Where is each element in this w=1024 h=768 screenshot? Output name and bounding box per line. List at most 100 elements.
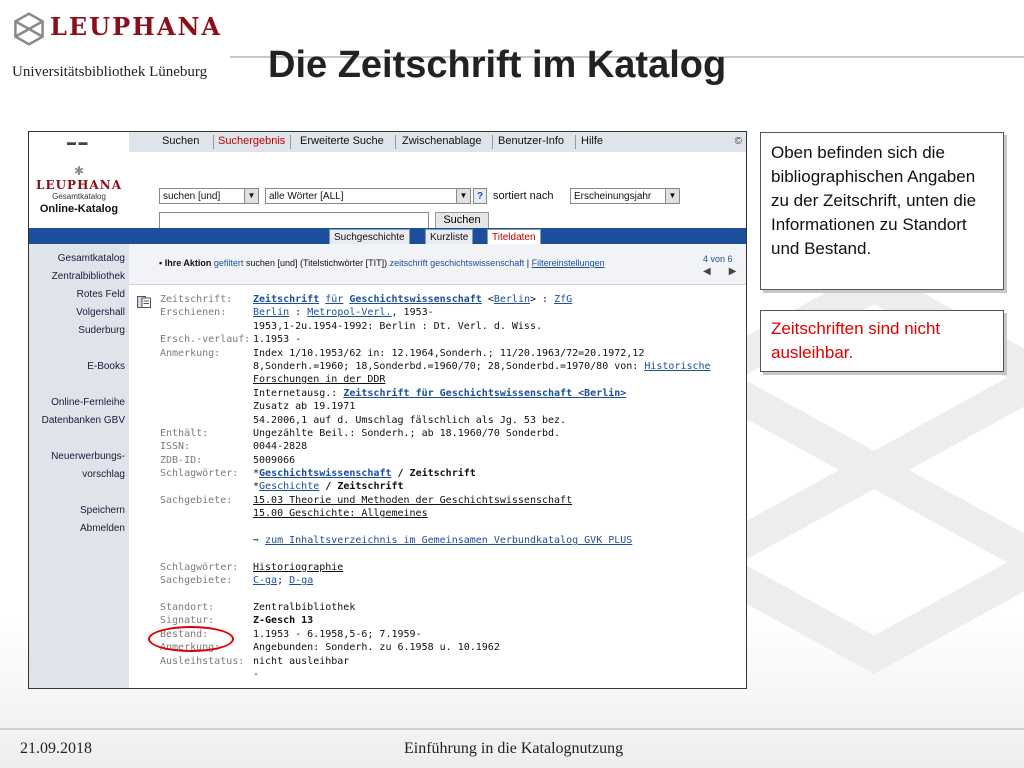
catalog-logo-sub: Gesamtkatalog: [52, 192, 106, 201]
field-label: Anmerkung:: [160, 347, 221, 359]
field-value: 0044-2828: [253, 441, 308, 453]
search-button[interactable]: Suchen: [435, 212, 489, 229]
bestand-highlight-ring: [148, 626, 234, 652]
fuer-link[interactable]: für: [325, 294, 343, 305]
internet-edition-link[interactable]: Zeitschrift für Geschichtswissenschaft <…: [343, 388, 626, 399]
field-value: Zentralbibliothek: [253, 601, 356, 613]
field-value: 1.1953 -: [253, 334, 302, 346]
record-row: 1953,1-2u.1954-1992: Berlin : Dt. Verl. …: [160, 321, 740, 334]
search-form: suchen [und] ▼ alle Wörter [ALL] ▼ ? sor…: [129, 152, 746, 229]
historiographie-link[interactable]: Historiographie: [253, 562, 343, 573]
sidebar-bluebar: [29, 228, 129, 244]
sidebar-item-volgershall[interactable]: Volgershall: [29, 304, 125, 322]
field-value: 54.2006,1 auf d. Umschlag fälschlich als…: [253, 414, 567, 426]
record-row: Schlagwörter: *Geschichtswissenschaft / …: [160, 468, 740, 481]
record-row: Sachgebiete: 15.03 Theorie und Methoden …: [160, 495, 740, 508]
sidebar-item-abmelden[interactable]: Abmelden: [29, 520, 125, 538]
chevron-down-icon: ▼: [244, 189, 258, 203]
forschungen-ddr-link[interactable]: Forschungen in der DDR: [253, 374, 385, 385]
action-label: Ihre Aktion: [164, 258, 212, 268]
sidebar-item-zentralbibliothek[interactable]: Zentralbibliothek: [29, 268, 125, 286]
gvk-toc-link[interactable]: zum Inhaltsverzeichnis im Gemeinsamen Ve…: [265, 535, 632, 546]
tab-separator: [492, 135, 493, 149]
classification-2-link[interactable]: 15.00 Geschichte: Allgemeines: [253, 508, 428, 519]
filter-settings-link[interactable]: Filtereinstellungen: [532, 258, 605, 268]
catalog-logo-brand: LEUPHANA: [36, 178, 122, 192]
d-ga-link[interactable]: D-ga: [289, 575, 313, 586]
field-value: -: [253, 668, 260, 680]
field-label: Standort:: [160, 601, 215, 613]
subject-geschichtswissenschaft-link[interactable]: Geschichtswissenschaft: [259, 468, 391, 479]
pager: ◀▶: [703, 266, 746, 277]
berlin-link[interactable]: Berlin: [494, 294, 530, 305]
record-row: Zeitschrift: Zeitschrift für Geschichtsw…: [160, 294, 740, 307]
sidebar-item-datenbanken[interactable]: Datenbanken GBV: [29, 412, 125, 430]
berlin-place-link[interactable]: Berlin: [253, 307, 289, 318]
tab-erweiterte-suche[interactable]: Erweiterte Suche: [300, 135, 384, 147]
record-row: *Geschichte / Zeitschrift: [160, 481, 740, 494]
field-value: Berlin : Metropol-Verl., 1953-: [253, 307, 434, 318]
record-row: [160, 589, 740, 602]
sidebar-item-rotes-feld[interactable]: Rotes Feld: [29, 286, 125, 304]
field-label: Enthält:: [160, 427, 209, 439]
field-value: Zeitschrift für Geschichtswissenschaft <…: [253, 294, 572, 305]
field-value: nicht ausleihbar: [253, 655, 350, 667]
action-filtered-link[interactable]: gefiltert: [214, 258, 244, 268]
help-button[interactable]: ?: [473, 188, 487, 204]
sidebar-item-neuerwerbung-2[interactable]: vorschlag: [29, 466, 125, 484]
field-label: Schlagwörter:: [160, 468, 239, 480]
subject-geschichte-link[interactable]: Geschichte: [259, 481, 319, 492]
sidebar-item-fernleihe[interactable]: Online-Fernleihe: [29, 394, 125, 412]
record-icon[interactable]: [137, 296, 151, 308]
record-row: ISSN: 0044-2828: [160, 441, 740, 454]
field-value: Z-Gesch 13: [253, 615, 314, 627]
c-ga-link[interactable]: C-ga: [253, 575, 277, 586]
record-row: Anmerkung: Angebunden: Sonderh. zu 6.195…: [160, 642, 740, 655]
chevron-down-icon: ▼: [456, 189, 470, 203]
tab-suchergebnis[interactable]: Suchergebnis: [218, 135, 285, 147]
classification-1-link[interactable]: 15.03 Theorie und Methoden der Geschicht…: [253, 495, 572, 506]
publisher-link[interactable]: Metropol-Verl.: [307, 307, 391, 318]
sort-select[interactable]: Erscheinungsjahr ▼: [570, 188, 680, 204]
field-value: 8,Sonderh.=1960; 18,Sonderbd.=1960/70; 2…: [253, 361, 711, 372]
sort-select-value: Erscheinungsjahr: [574, 191, 652, 202]
operator-select[interactable]: suchen [und] ▼: [159, 188, 259, 204]
prev-arrow-icon[interactable]: ◀: [703, 266, 729, 277]
sidebar-item-speichern[interactable]: Speichern: [29, 502, 125, 520]
sidebar-item-suderburg[interactable]: Suderburg: [29, 322, 125, 340]
sidebar-item-ebooks[interactable]: E-Books: [29, 358, 125, 376]
historische-forschungen-link[interactable]: Historische: [644, 361, 710, 372]
record-row: ZDB-ID: 5009066: [160, 455, 740, 468]
field-value: 1953,1-2u.1954-1992: Berlin : Dt. Verl. …: [253, 320, 542, 332]
main-tabs: Suchen Suchergebnis Erweiterte Suche Zwi…: [129, 132, 746, 153]
copyright-icon: ©: [734, 136, 742, 147]
sidebar-item-neuerwerbung[interactable]: Neuerwerbungs-: [29, 448, 125, 466]
action-terms-link[interactable]: zeitschrift geschichtswissenschaft: [390, 258, 525, 268]
field-label: Erschienen:: [160, 307, 227, 319]
tab-hilfe[interactable]: Hilfe: [581, 135, 603, 147]
field-label: Schlagwörter:: [160, 561, 239, 573]
search-input[interactable]: [159, 212, 429, 229]
subtab-kurzliste[interactable]: Kurzliste: [425, 229, 474, 244]
record-row: 15.00 Geschichte: Allgemeines: [160, 508, 740, 521]
sidebar-item-gesamtkatalog[interactable]: Gesamtkatalog: [29, 250, 125, 268]
tab-benutzer-info[interactable]: Benutzer-Info: [498, 135, 564, 147]
zfg-link[interactable]: ZfG: [554, 294, 572, 305]
chevron-down-icon: ▼: [665, 189, 679, 203]
field-select[interactable]: alle Wörter [ALL] ▼: [265, 188, 471, 204]
zeitschrift-link[interactable]: Zeitschrift: [253, 294, 319, 305]
language-flags-icon[interactable]: ▬ ▬: [67, 137, 88, 147]
subtab-titeldaten[interactable]: Titeldaten: [487, 229, 541, 244]
geschichtswissenschaft-link[interactable]: Geschichtswissenschaft: [349, 294, 481, 305]
next-arrow-icon[interactable]: ▶: [729, 266, 746, 277]
tab-suchen[interactable]: Suchen: [162, 135, 199, 147]
tab-zwischenablage[interactable]: Zwischenablage: [402, 135, 482, 147]
subtab-suchgeschichte[interactable]: Suchgeschichte: [329, 229, 410, 244]
warning-note: Zeitschriften sind nicht ausleihbar.: [760, 310, 1004, 372]
catalog-logo-area: ▬ ▬ ✱ LEUPHANA Gesamtkatalog Online-Kata…: [29, 132, 129, 228]
field-value: Ungezählte Beil.: Sonderh.; ab 18.1960/7…: [253, 427, 561, 439]
